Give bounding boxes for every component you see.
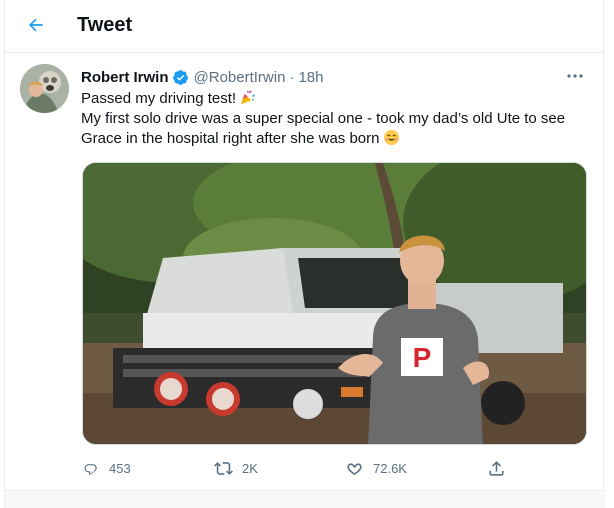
- share-icon: [487, 459, 506, 478]
- tweet-line-3: Grace in the hospital right after she wa…: [81, 129, 591, 149]
- tweet-line-1: Passed my driving test!: [81, 89, 591, 109]
- tweet-timestamp[interactable]: 18h: [298, 69, 323, 86]
- reply-area-strip: [5, 491, 605, 508]
- reply-icon: [81, 459, 100, 478]
- tweet-text: Passed my driving test! My first solo dr…: [81, 89, 591, 149]
- smiling-face-icon: [383, 129, 400, 146]
- retweet-button[interactable]: 2K: [214, 456, 258, 480]
- more-options-button[interactable]: [563, 66, 587, 84]
- tweet-line-2: My first solo drive was a super special …: [81, 110, 566, 127]
- page-title: Tweet: [77, 14, 133, 36]
- retweet-count: 2K: [242, 460, 258, 476]
- reply-count: 453: [109, 460, 131, 476]
- tweet-actions: 453 2K 72.6K: [81, 456, 511, 480]
- tweet-detail-page: Tweet Robert Irwin @RobertIrwin · 18h Pa…: [4, 0, 605, 508]
- arrow-left-icon: [26, 15, 46, 40]
- tweet-photo[interactable]: P: [82, 162, 587, 445]
- avatar[interactable]: [20, 64, 69, 113]
- like-count: 72.6K: [373, 460, 407, 476]
- page-header: Tweet: [5, 0, 605, 53]
- tweet-meta: Robert Irwin @RobertIrwin · 18h: [81, 67, 323, 87]
- back-button[interactable]: [21, 12, 51, 42]
- meta-separator: ·: [289, 68, 295, 86]
- heart-icon: [345, 459, 364, 478]
- more-horizontal-icon: [567, 66, 583, 84]
- share-button[interactable]: [487, 456, 506, 480]
- plate-letter: P: [413, 342, 432, 373]
- author-handle[interactable]: @RobertIrwin: [194, 69, 286, 86]
- reply-button[interactable]: 453: [81, 456, 131, 480]
- like-button[interactable]: 72.6K: [345, 456, 407, 480]
- verified-badge-icon: [172, 69, 189, 86]
- author-name[interactable]: Robert Irwin: [81, 69, 169, 86]
- retweet-icon: [214, 459, 233, 478]
- party-popper-icon: [239, 89, 256, 106]
